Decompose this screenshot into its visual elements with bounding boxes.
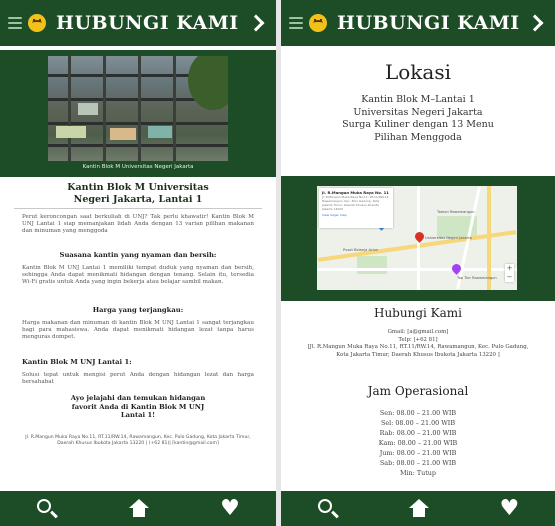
page-title: HUBUNGI KAMI <box>337 12 520 34</box>
hours-row: Sel: 08.00 – 21.00 WIB <box>380 419 456 427</box>
opening-hours-list: Sen: 08.00 – 21.00 WIB Sel: 08.00 – 21.0… <box>301 408 535 478</box>
left-screen: HUBUNGI KAMI Kantin Blok M Universitas N… <box>0 0 276 526</box>
bottom-nav: ♥ <box>281 491 555 526</box>
page-title: HUBUNGI KAMI <box>56 12 239 34</box>
map-label: Taman Rawamangun <box>437 210 475 214</box>
map-label: Universitas Negeri Jakarta <box>425 236 472 240</box>
right-screen: HUBUNGI KAMI Lokasi Kantin Blok M–Lantai… <box>281 0 555 526</box>
bottom-nav: ♥ <box>0 491 276 526</box>
divider <box>14 208 262 209</box>
map-label: Pusat Belanja Arion <box>343 248 378 252</box>
map-zoom-control[interactable]: + − <box>505 264 514 282</box>
hours-row: Sab: 08.00 – 21.00 WIB <box>379 459 457 467</box>
hero-caption: Kantin Blok M Universitas Negeri Jakarta <box>82 164 194 170</box>
hours-title: Jam Operasional <box>367 384 469 398</box>
section-title-price: Harga yang terjangkau: <box>92 306 184 314</box>
location-description: Kantin Blok M–Lantai 1 Universitas Neger… <box>342 94 494 143</box>
top-app-bar: HUBUNGI KAMI <box>0 0 276 46</box>
top-app-bar: HUBUNGI KAMI <box>281 0 555 46</box>
invite-text: Ayo jelajahi dan temukan hidangan favori… <box>70 394 206 420</box>
canteen-building-photo <box>48 56 228 161</box>
section-text-price: Harga makanan dan minuman di kantin Blok… <box>22 320 254 341</box>
zoom-in-button[interactable]: + <box>505 264 514 273</box>
intro-paragraph: Perut keroncongan saat berkuliah di UNJ?… <box>22 214 254 235</box>
section-title-summary: Kantin Blok M UNJ Lantai 1: <box>22 358 132 366</box>
hours-row: Sen: 08.00 – 21.00 WIB <box>379 409 457 417</box>
chevron-right-icon[interactable] <box>526 14 544 32</box>
location-title: Lokasi <box>384 60 452 84</box>
section-text-summary: Solusi tepat untuk mengisi perut Anda de… <box>22 372 254 386</box>
footer-address: Jl. R.Mangun Muka Raya No.11, RT.11/RW.1… <box>25 435 251 446</box>
search-icon[interactable] <box>314 496 340 522</box>
contact-details: Gmail: [a@gmail.com] Telp: [+62 81] [Jl.… <box>307 329 529 358</box>
search-icon[interactable] <box>33 496 59 522</box>
hours-row: Min: Tutup <box>399 469 437 477</box>
menu-icon[interactable] <box>289 17 303 29</box>
section-title-ambience: Suasana kantin yang nyaman dan bersih: <box>59 251 217 259</box>
heart-icon[interactable]: ♥ <box>217 496 243 522</box>
embedded-map[interactable]: Pusat Belanja Arion Universitas Negeri J… <box>317 186 517 290</box>
hours-row: Jum: 08.00 – 21.00 WIB <box>379 449 457 457</box>
section-text-ambience: Kantin Blok M UNJ Lantai 1 memiliki temp… <box>22 265 254 286</box>
view-larger-map-link[interactable]: View larger map <box>322 213 390 217</box>
home-icon[interactable] <box>125 496 151 522</box>
map-section: Pusat Belanja Arion Universitas Negeri J… <box>281 176 555 301</box>
hours-row: Rab: 08.00 – 21.00 WIB <box>379 429 457 437</box>
hero-section: Kantin Blok M Universitas Negeri Jakarta <box>0 50 276 177</box>
chevron-right-icon[interactable] <box>247 14 265 32</box>
zoom-out-button[interactable]: − <box>505 273 514 282</box>
menu-icon[interactable] <box>8 17 22 29</box>
map-label: Top Tier Rawamangun <box>457 276 497 280</box>
hours-row: Kam: 08.00 – 21.00 WIB <box>378 439 458 447</box>
heart-icon[interactable]: ♥ <box>496 496 522 522</box>
canteen-heading: Kantin Blok M Universitas Negeri Jakarta… <box>67 182 209 205</box>
smiley-logo-icon <box>309 14 327 32</box>
home-icon[interactable] <box>405 496 431 522</box>
location-pin-icon <box>413 230 426 243</box>
map-info-card: Jl. R.Mangun Muka Raya No. 11 Jl. R.Mang… <box>319 188 393 228</box>
contact-title: Hubungi Kami <box>373 306 462 320</box>
smiley-logo-icon <box>28 14 46 32</box>
map-card-body: Jl. R.Mangun Muka Raya No.11, RT.11/RW.1… <box>322 195 390 211</box>
